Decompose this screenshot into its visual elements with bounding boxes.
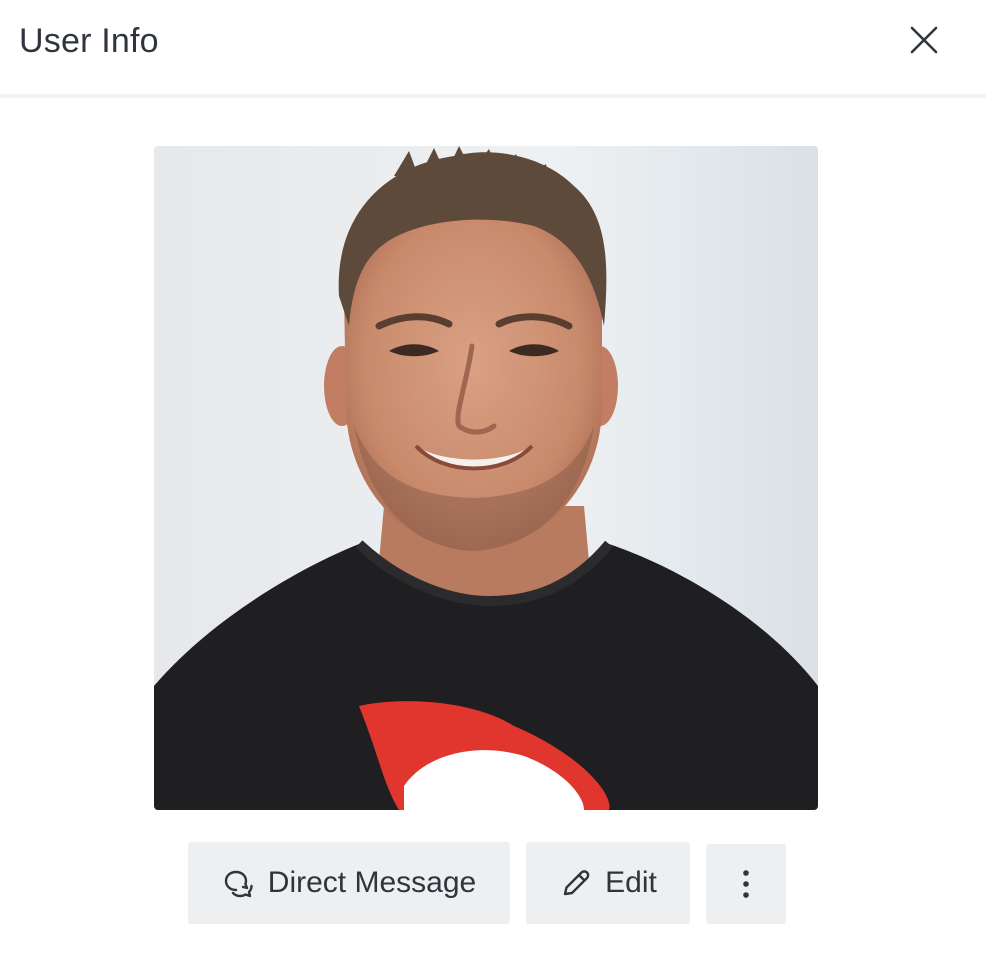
action-bar: Direct Message Edit [0, 842, 986, 924]
edit-button[interactable]: Edit [526, 842, 690, 924]
close-icon [909, 25, 939, 55]
more-options-button[interactable] [706, 844, 786, 924]
close-button[interactable] [900, 16, 948, 64]
user-avatar [154, 146, 818, 810]
panel-title: User Info [19, 22, 159, 60]
edit-label: Edit [605, 866, 657, 899]
kebab-menu-icon [742, 869, 750, 899]
panel-header: User Info [0, 0, 986, 98]
chat-bubble-icon [222, 866, 256, 900]
direct-message-label: Direct Message [267, 866, 477, 899]
direct-message-button[interactable]: Direct Message [188, 842, 510, 924]
pencil-icon [559, 866, 593, 900]
